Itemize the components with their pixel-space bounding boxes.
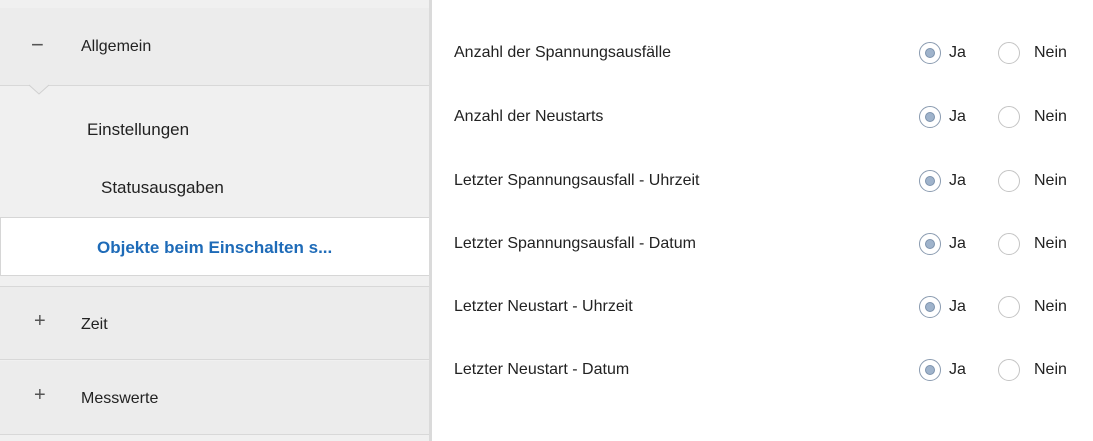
- sidebar-group-label: Messwerte: [81, 390, 159, 407]
- radio-nein-label[interactable]: Nein: [1034, 44, 1067, 62]
- radio-ja[interactable]: [919, 106, 941, 128]
- sidebar-item-label: Objekte beim Einschalten s...: [97, 238, 333, 257]
- param-row: Letzter Spannungsausfall - Datum Ja Nein: [432, 231, 1093, 261]
- parameter-panel: Anzahl der Spannungsausfälle Ja Nein Anz…: [432, 0, 1093, 441]
- param-label: Letzter Neustart - Datum: [454, 361, 630, 378]
- param-row: Anzahl der Spannungsausfälle Ja Nein: [432, 40, 1093, 70]
- param-row: Letzter Spannungsausfall - Uhrzeit Ja Ne…: [432, 168, 1093, 198]
- param-label: Anzahl der Spannungsausfälle: [454, 44, 672, 61]
- sidebar-nav: − Allgemein Einstellungen Statusausgaben…: [0, 0, 432, 441]
- radio-ja[interactable]: [919, 359, 941, 381]
- sidebar-item-statusausgaben[interactable]: Statusausgaben: [0, 160, 429, 215]
- radio-ja-label[interactable]: Ja: [949, 172, 966, 190]
- radio-ja-label[interactable]: Ja: [949, 44, 966, 62]
- radio-nein-label[interactable]: Nein: [1034, 298, 1067, 316]
- param-label: Letzter Neustart - Uhrzeit: [454, 298, 633, 315]
- parameter-page: − Allgemein Einstellungen Statusausgaben…: [0, 0, 1093, 441]
- sidebar-group-messwerte[interactable]: + Messwerte: [0, 361, 429, 435]
- radio-ja[interactable]: [919, 233, 941, 255]
- caret-down-icon: [28, 84, 50, 95]
- radio-nein[interactable]: [998, 106, 1020, 128]
- param-label: Anzahl der Neustarts: [454, 108, 604, 125]
- param-row: Letzter Neustart - Uhrzeit Ja Nein: [432, 294, 1093, 324]
- radio-nein[interactable]: [998, 42, 1020, 64]
- radio-ja[interactable]: [919, 42, 941, 64]
- radio-ja-label[interactable]: Ja: [949, 108, 966, 126]
- sidebar-group-allgemein[interactable]: − Allgemein: [0, 8, 429, 86]
- radio-ja-label[interactable]: Ja: [949, 361, 966, 379]
- sidebar-group-label: Allgemein: [81, 38, 152, 55]
- radio-nein-label[interactable]: Nein: [1034, 361, 1067, 379]
- radio-ja-label[interactable]: Ja: [949, 298, 966, 316]
- sidebar-group-zeit[interactable]: + Zeit: [0, 286, 429, 360]
- param-label: Letzter Spannungsausfall - Datum: [454, 235, 696, 252]
- radio-nein-label[interactable]: Nein: [1034, 172, 1067, 190]
- radio-nein-label[interactable]: Nein: [1034, 235, 1067, 253]
- radio-nein[interactable]: [998, 233, 1020, 255]
- collapse-icon[interactable]: −: [31, 34, 44, 56]
- param-label: Letzter Spannungsausfall - Uhrzeit: [454, 172, 700, 189]
- radio-ja-label[interactable]: Ja: [949, 235, 966, 253]
- expand-icon[interactable]: +: [34, 311, 46, 331]
- sidebar-item-label: Statusausgaben: [101, 178, 224, 197]
- radio-ja[interactable]: [919, 170, 941, 192]
- radio-nein[interactable]: [998, 296, 1020, 318]
- param-row: Anzahl der Neustarts Ja Nein: [432, 104, 1093, 134]
- sidebar-item-objekte-beim-einschalten[interactable]: Objekte beim Einschalten s...: [0, 217, 429, 276]
- radio-ja[interactable]: [919, 296, 941, 318]
- radio-nein[interactable]: [998, 170, 1020, 192]
- radio-nein-label[interactable]: Nein: [1034, 108, 1067, 126]
- sidebar-item-einstellungen[interactable]: Einstellungen: [0, 100, 429, 158]
- param-row: Letzter Neustart - Datum Ja Nein: [432, 357, 1093, 387]
- radio-nein[interactable]: [998, 359, 1020, 381]
- expand-icon[interactable]: +: [34, 385, 46, 405]
- sidebar-group-label: Zeit: [81, 316, 108, 333]
- sidebar-item-label: Einstellungen: [87, 120, 190, 139]
